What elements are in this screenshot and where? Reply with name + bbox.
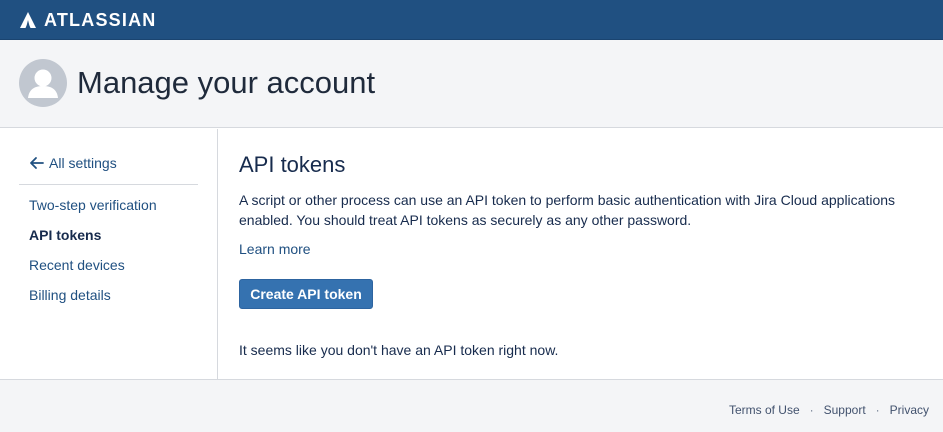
section-title: API tokens: [239, 152, 346, 177]
arrow-left-icon: [30, 157, 44, 169]
settings-sidebar: All settings Two-step verification API t…: [0, 129, 218, 379]
all-settings-link[interactable]: All settings: [29, 154, 117, 172]
user-avatar-icon[interactable]: [19, 59, 67, 107]
page-header: Manage your account: [0, 40, 943, 128]
learn-more-link[interactable]: Learn more: [239, 240, 311, 258]
sidebar-item-two-step-verification[interactable]: Two-step verification: [29, 196, 157, 214]
brand-name: ATLASSIAN: [44, 10, 157, 30]
empty-state-message: It seems like you don't have an API toke…: [239, 342, 559, 358]
footer-separator: ·: [809, 403, 814, 417]
page-footer: Terms of Use · Support · Privacy: [0, 379, 943, 432]
api-token-description: A script or other process can use an API…: [239, 192, 896, 228]
create-api-token-button[interactable]: Create API token: [239, 279, 373, 309]
atlassian-logo-icon: [20, 12, 36, 28]
atlassian-logo[interactable]: ATLASSIAN: [19, 10, 156, 30]
sidebar-item-api-tokens[interactable]: API tokens: [29, 226, 101, 244]
sidebar-item-billing-details[interactable]: Billing details: [29, 286, 111, 304]
page-title: Manage your account: [77, 65, 376, 100]
privacy-link[interactable]: Privacy: [890, 402, 929, 418]
main-content: API tokens A script or other process can…: [219, 129, 943, 379]
top-navigation-bar: ATLASSIAN: [0, 0, 943, 40]
footer-links: Terms of Use · Support · Privacy: [729, 402, 929, 418]
sidebar-divider: [19, 184, 198, 185]
footer-separator: ·: [875, 403, 880, 417]
support-link[interactable]: Support: [824, 402, 866, 418]
all-settings-label: All settings: [49, 155, 117, 171]
terms-of-use-link[interactable]: Terms of Use: [729, 402, 800, 418]
sidebar-item-recent-devices[interactable]: Recent devices: [29, 256, 125, 274]
